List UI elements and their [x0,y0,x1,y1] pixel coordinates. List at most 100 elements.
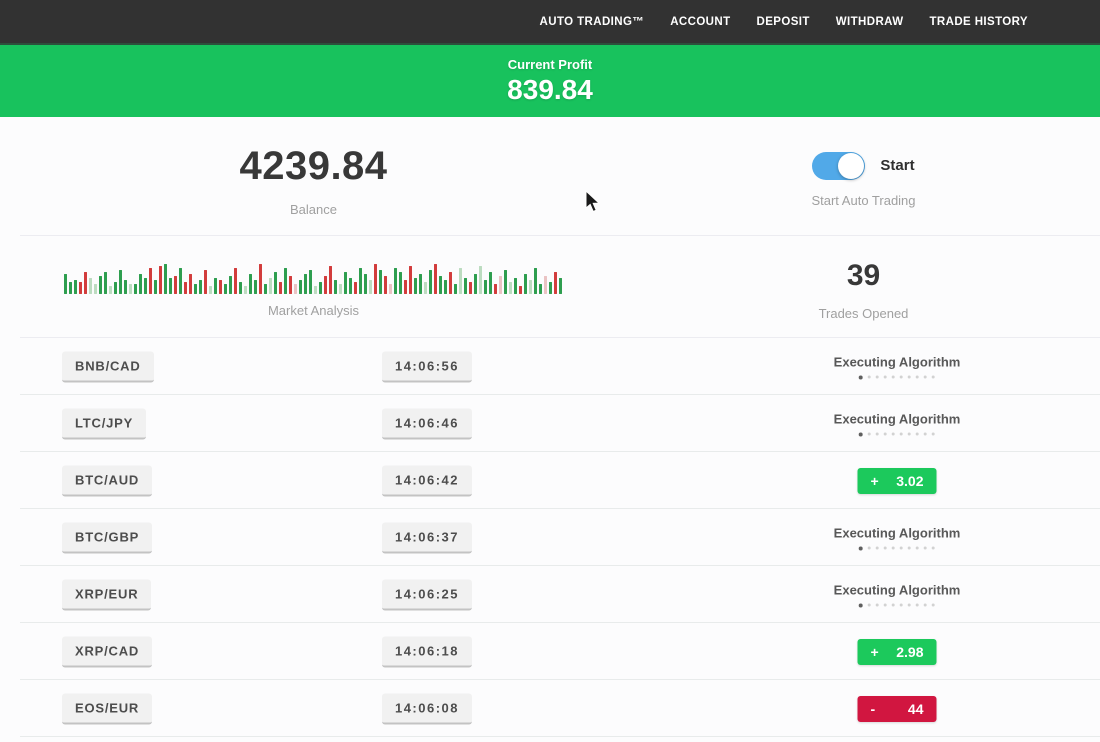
executing-algorithm-label: Executing Algorithm [834,354,961,369]
chart-bar [414,278,417,294]
time-badge[interactable]: 14:06:56 [382,351,472,382]
chart-bar [374,264,377,294]
chart-bar [334,280,337,294]
chart-bar [539,284,542,294]
chart-bar [254,280,257,294]
chart-bar [104,272,107,294]
chart-bar [424,282,427,294]
progress-dot-icon [884,604,887,607]
trade-status: -44 [858,696,937,722]
profit-badge: +3.02 [858,468,937,494]
pair-badge[interactable]: LTC/JPY [62,408,146,439]
chart-bar [174,276,177,294]
chart-bar [399,272,402,294]
app-screen: AUTO TRADING™ ACCOUNT DEPOSIT WITHDRAW TRADE… [0,0,1100,742]
result-sign: - [871,701,876,717]
chart-bar [224,284,227,294]
chart-bar [549,282,552,294]
current-profit-value: 839.84 [507,74,593,106]
chart-bar [319,282,322,294]
balance-value: 4239.84 [239,136,387,189]
chart-bar [509,282,512,294]
trade-status: +2.98 [858,639,937,665]
stats-bottom-row: Market Analysis 39 Trades Opened [0,236,1100,338]
loss-badge: -44 [858,696,937,722]
pair-badge[interactable]: XRP/EUR [62,579,151,610]
chart-bar [409,266,412,294]
top-nav: AUTO TRADING™ ACCOUNT DEPOSIT WITHDRAW TRADE… [0,0,1100,45]
progress-dot-icon [924,376,927,379]
nav-item-account[interactable]: ACCOUNT [670,16,730,28]
progress-dot-icon [900,547,903,550]
progress-dot-icon [916,547,919,550]
progress-dot-icon [892,433,895,436]
chart-bar [109,286,112,294]
nav-item-auto-trading[interactable]: AUTO TRADING™ [540,16,645,28]
chart-bar [159,266,162,294]
chart-bar [89,278,92,294]
pair-badge[interactable]: BTC/GBP [62,522,152,553]
market-analysis-label: Market Analysis [268,303,359,318]
progress-dot-icon [908,433,911,436]
auto-trading-caption: Start Auto Trading [811,193,915,208]
pair-badge[interactable]: BNB/CAD [62,351,154,382]
progress-dot-icon [924,547,927,550]
chart-bar [304,274,307,294]
chart-bar [129,284,132,294]
pair-badge[interactable]: BTC/AUD [62,465,152,496]
progress-dot-icon [859,375,863,379]
chart-bar [119,270,122,294]
chart-bar [199,280,202,294]
progress-dot-icon [884,547,887,550]
table-row: BTC/GBP 14:06:37 Executing Algorithm [0,509,1100,566]
chart-bar [439,276,442,294]
chart-bar [359,268,362,294]
executing-algorithm-label: Executing Algorithm [834,582,961,597]
nav-item-deposit[interactable]: DEPOSIT [757,16,810,28]
chart-bar [329,266,332,294]
chart-bar [419,274,422,294]
chart-bar [264,284,267,294]
progress-dot-icon [932,376,935,379]
toggle-row: Start [812,146,914,180]
chart-bar [494,284,497,294]
profit-banner: Current Profit 839.84 [0,45,1100,117]
chart-bar [164,264,167,294]
chart-bar [324,276,327,294]
pair-badge[interactable]: EOS/EUR [62,693,152,724]
progress-dot-icon [932,604,935,607]
chart-bar [394,268,397,294]
time-badge[interactable]: 14:06:46 [382,408,472,439]
progress-dots [856,375,937,379]
time-badge[interactable]: 14:06:37 [382,522,472,553]
result-sign: + [871,644,879,660]
progress-dot-icon [884,433,887,436]
chart-bar [114,282,117,294]
chart-bar [524,274,527,294]
time-badge[interactable]: 14:06:08 [382,693,472,724]
progress-dot-icon [892,604,895,607]
time-badge[interactable]: 14:06:18 [382,636,472,667]
chart-bar [449,272,452,294]
time-badge[interactable]: 14:06:42 [382,465,472,496]
nav-item-trade-history[interactable]: TRADE HISTORY [930,16,1029,28]
chart-bar [294,284,297,294]
nav-item-withdraw[interactable]: WITHDRAW [836,16,904,28]
chart-bar [344,272,347,294]
pair-badge[interactable]: XRP/CAD [62,636,152,667]
chart-bar [134,284,137,294]
progress-dots [856,432,937,436]
chart-bar [189,274,192,294]
table-row: BNB/CAD 14:06:56 Executing Algorithm [0,338,1100,395]
chart-bar [309,270,312,294]
progress-dot-icon [932,433,935,436]
auto-trading-toggle[interactable] [812,152,865,180]
chart-bar [94,284,97,294]
progress-dot-icon [916,376,919,379]
chart-bar [139,274,142,294]
table-row: EOS/EUR 14:06:08 -44 [0,680,1100,737]
progress-dot-icon [900,376,903,379]
progress-dot-icon [868,604,871,607]
chart-bar [234,268,237,294]
time-badge[interactable]: 14:06:25 [382,579,472,610]
